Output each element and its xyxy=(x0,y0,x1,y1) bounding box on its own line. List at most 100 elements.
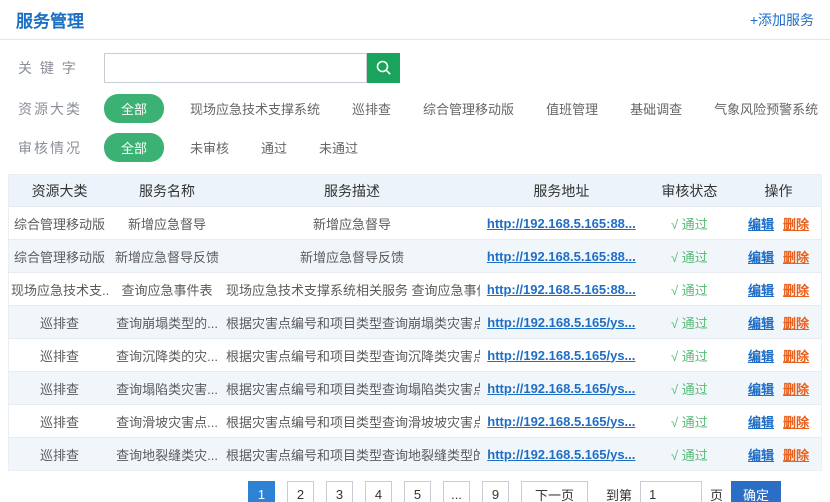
cell-category: 巡排查 xyxy=(9,339,111,372)
cell-description: 新增应急督导反馈 xyxy=(224,240,480,273)
edit-link[interactable]: 编辑 xyxy=(748,349,774,364)
filter-option[interactable]: 值班管理 xyxy=(546,99,598,118)
page-number-button[interactable]: 1 xyxy=(248,481,275,502)
status-badge: √ 通过 xyxy=(671,250,708,265)
table-header-row: 资源大类 服务名称 服务描述 服务地址 审核状态 操作 xyxy=(9,175,822,207)
page-number-button[interactable]: 2 xyxy=(287,481,314,502)
delete-link[interactable]: 删除 xyxy=(783,283,809,298)
delete-link[interactable]: 删除 xyxy=(783,448,809,463)
delete-link[interactable]: 删除 xyxy=(783,250,809,265)
col-header-status: 审核状态 xyxy=(643,175,736,207)
status-badge: √ 通过 xyxy=(671,283,708,298)
service-management-page: 服务管理 +添加服务 关 键 字 资源大类 全部现场应急技术支撑系统巡排查综合管… xyxy=(0,0,830,502)
next-page-button[interactable]: 下一页 xyxy=(521,481,588,502)
cell-service-name: 查询崩塌类型的... xyxy=(110,306,224,339)
edit-link[interactable]: 编辑 xyxy=(748,250,774,265)
goto-page-suffix: 页 xyxy=(710,485,723,502)
status-badge: √ 通过 xyxy=(671,448,708,463)
delete-link[interactable]: 删除 xyxy=(783,382,809,397)
table-row: 现场应急技术支... 查询应急事件表 现场应急技术支撑系统相关服务 查询应急事件… xyxy=(9,273,822,306)
search-row: 关 键 字 xyxy=(18,53,830,83)
edit-link[interactable]: 编辑 xyxy=(748,415,774,430)
page-number-button[interactable]: 9 xyxy=(482,481,509,502)
cell-category: 巡排查 xyxy=(9,306,111,339)
status-badge: √ 通过 xyxy=(671,382,708,397)
filter-option[interactable]: 未通过 xyxy=(319,138,358,157)
col-header-category: 资源大类 xyxy=(9,175,111,207)
service-url-link[interactable]: http://192.168.5.165/ys... xyxy=(487,315,635,330)
cell-service-name: 查询应急事件表 xyxy=(110,273,224,306)
filter-option[interactable]: 巡排查 xyxy=(352,99,391,118)
cell-description: 现场应急技术支撑系统相关服务 查询应急事件表 xyxy=(224,273,480,306)
filter-option[interactable]: 现场应急技术支撑系统 xyxy=(190,99,320,118)
page-number-button[interactable]: 5 xyxy=(404,481,431,502)
pagination-bar: 12345...9 下一页 到第 页 确定 xyxy=(248,481,781,502)
services-table: 资源大类 服务名称 服务描述 服务地址 审核状态 操作 综合管理移动版 新增应急… xyxy=(8,174,822,471)
cell-category: 现场应急技术支... xyxy=(9,273,111,306)
table-row: 巡排查 查询滑坡灾害点... 根据灾害点编号和项目类型查询滑坡坡灾害点的详...… xyxy=(9,405,822,438)
service-url-link[interactable]: http://192.168.5.165:88... xyxy=(487,282,636,297)
edit-link[interactable]: 编辑 xyxy=(748,217,774,232)
cell-description: 根据灾害点编号和项目类型查询沉降类灾害点的详... xyxy=(224,339,480,372)
delete-link[interactable]: 删除 xyxy=(783,217,809,232)
service-url-link[interactable]: http://192.168.5.165/ys... xyxy=(487,447,635,462)
filter-option[interactable]: 基础调查 xyxy=(630,99,682,118)
delete-link[interactable]: 删除 xyxy=(783,316,809,331)
status-badge: √ 通过 xyxy=(671,217,708,232)
filter-option[interactable]: 气象风险预警系统 xyxy=(714,99,818,118)
service-url-link[interactable]: http://192.168.5.165/ys... xyxy=(487,381,635,396)
filter-option[interactable]: 全部 xyxy=(104,133,164,162)
edit-link[interactable]: 编辑 xyxy=(748,316,774,331)
cell-category: 综合管理移动版 xyxy=(9,207,111,240)
service-url-link[interactable]: http://192.168.5.165:88... xyxy=(487,216,636,231)
delete-link[interactable]: 删除 xyxy=(783,349,809,364)
edit-link[interactable]: 编辑 xyxy=(748,448,774,463)
service-url-link[interactable]: http://192.168.5.165:88... xyxy=(487,249,636,264)
keyword-input[interactable] xyxy=(104,53,367,83)
status-badge: √ 通过 xyxy=(671,349,708,364)
table-row: 巡排查 查询地裂缝类灾... 根据灾害点编号和项目类型查询地裂缝类型的灾害...… xyxy=(9,438,822,471)
filter-option[interactable]: 综合管理移动版 xyxy=(423,99,514,118)
page-header: 服务管理 +添加服务 xyxy=(0,0,830,40)
service-url-link[interactable]: http://192.168.5.165/ys... xyxy=(487,414,635,429)
table-row: 巡排查 查询塌陷类灾害... 根据灾害点编号和项目类型查询塌陷类灾害点的详...… xyxy=(9,372,822,405)
filter-option[interactable]: 全部 xyxy=(104,94,164,123)
cell-service-name: 查询塌陷类灾害... xyxy=(110,372,224,405)
filter-row: 审核情况 全部 未审核 通过 未通过 xyxy=(18,134,830,161)
filter-options: 全部 现场应急技术支撑系统 巡排查 综合管理移动版 值班管理 基础调查 气象风险预警系统 xyxy=(104,94,830,123)
filter-row: 资源大类 全部现场应急技术支撑系统巡排查综合管理移动版值班管理基础调查气象风险预… xyxy=(18,95,830,122)
keyword-label: 关 键 字 xyxy=(18,58,104,78)
filter-option[interactable]: 未审核 xyxy=(190,138,229,157)
filter-options: 全部 未审核 通过 未通过 xyxy=(104,133,390,162)
cell-description: 根据灾害点编号和项目类型查询地裂缝类型的灾害... xyxy=(224,438,480,471)
confirm-page-button[interactable]: 确定 xyxy=(731,481,781,502)
edit-link[interactable]: 编辑 xyxy=(748,382,774,397)
col-header-actions: 操作 xyxy=(736,175,821,207)
page-ellipsis-button[interactable]: ... xyxy=(443,481,470,502)
search-button[interactable] xyxy=(367,53,400,83)
page-number-button[interactable]: 4 xyxy=(365,481,392,502)
cell-service-name: 查询滑坡灾害点... xyxy=(110,405,224,438)
table-row: 巡排查 查询崩塌类型的... 根据灾害点编号和项目类型查询崩塌类灾害点的详...… xyxy=(9,306,822,339)
cell-description: 根据灾害点编号和项目类型查询塌陷类灾害点的详... xyxy=(224,372,480,405)
filter-section: 资源大类 全部现场应急技术支撑系统巡排查综合管理移动版值班管理基础调查气象风险预… xyxy=(0,95,830,161)
cell-category: 综合管理移动版 xyxy=(9,240,111,273)
cell-description: 根据灾害点编号和项目类型查询滑坡坡灾害点的详... xyxy=(224,405,480,438)
page-buttons: 12345... 9 xyxy=(248,481,521,502)
filter-option[interactable]: 通过 xyxy=(261,138,287,157)
cell-description: 新增应急督导 xyxy=(224,207,480,240)
status-badge: √ 通过 xyxy=(671,415,708,430)
cell-category: 巡排查 xyxy=(9,438,111,471)
delete-link[interactable]: 删除 xyxy=(783,415,809,430)
add-service-button[interactable]: +添加服务 xyxy=(750,10,814,30)
page-number-button[interactable]: 3 xyxy=(326,481,353,502)
table-row: 综合管理移动版 新增应急督导反馈 新增应急督导反馈 http://192.168… xyxy=(9,240,822,273)
edit-link[interactable]: 编辑 xyxy=(748,283,774,298)
cell-category: 巡排查 xyxy=(9,372,111,405)
goto-page-input[interactable] xyxy=(640,481,702,502)
cell-service-name: 查询地裂缝类灾... xyxy=(110,438,224,471)
filter-label: 审核情况 xyxy=(18,138,104,158)
cell-service-name: 新增应急督导 xyxy=(110,207,224,240)
table-row: 巡排查 查询沉降类的灾... 根据灾害点编号和项目类型查询沉降类灾害点的详...… xyxy=(9,339,822,372)
service-url-link[interactable]: http://192.168.5.165/ys... xyxy=(487,348,635,363)
